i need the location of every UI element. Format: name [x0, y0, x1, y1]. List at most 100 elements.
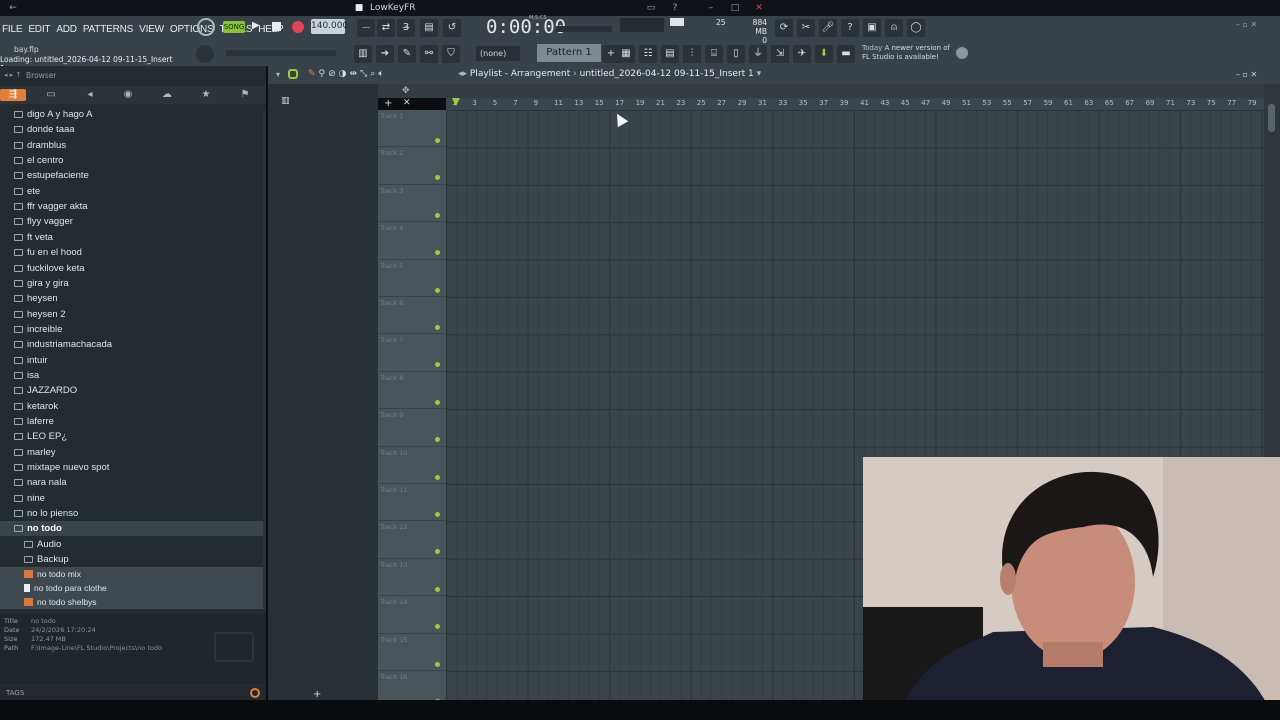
draw-tool-icon[interactable]: ✎	[308, 69, 319, 79]
browser-folder[interactable]: laferre	[0, 414, 264, 429]
arrow-icon[interactable]: ➜	[376, 45, 394, 63]
wait-icon[interactable]: ⇄	[377, 19, 395, 37]
browser-folder[interactable]: donde taaa	[0, 122, 264, 137]
track-header[interactable]: Track 4	[378, 222, 446, 260]
browser-folder[interactable]: LEO EP¿	[0, 429, 264, 444]
browser-options-icon[interactable]: ◂ ▸ ↑	[4, 71, 21, 79]
remove-track-icon[interactable]: ✕	[403, 98, 411, 108]
time-display[interactable]: 0:00:00	[486, 16, 566, 38]
browser-scrollbar[interactable]	[263, 110, 266, 610]
add-track-icon[interactable]: +	[384, 98, 392, 109]
back-icon[interactable]: ←	[8, 3, 18, 13]
browser-folder[interactable]: fu en el hood	[0, 245, 264, 260]
toolbar-window-controls[interactable]: – ▫ ✕	[1236, 20, 1257, 29]
loop-record-icon[interactable]: ↺	[443, 19, 461, 37]
browser-folder[interactable]: heysen	[0, 291, 264, 306]
browser-folder[interactable]: estupefaciente	[0, 168, 264, 183]
browser-file[interactable]: no todo para clothe	[0, 580, 264, 595]
track-header[interactable]: Track 12	[378, 521, 446, 559]
master-pitch[interactable]	[556, 26, 612, 32]
track-header[interactable]: Track 8	[378, 372, 446, 410]
picker-icon[interactable]: ▥	[281, 96, 290, 106]
refresh-icon[interactable]: ⟳	[775, 19, 793, 37]
track-mute-led[interactable]	[435, 325, 440, 330]
news-panel[interactable]: Today A newer version of FL Studio is ava…	[862, 44, 952, 62]
browser-folder[interactable]: marley	[0, 445, 264, 460]
menu-add[interactable]: ADD	[56, 24, 77, 35]
tags-bar[interactable]: TAGS	[0, 686, 266, 700]
menu-edit[interactable]: EDIT	[28, 24, 50, 35]
track-header[interactable]: Track 11	[378, 484, 446, 522]
project-icon[interactable]: ▯	[727, 45, 745, 63]
browser-folder[interactable]: dramblus	[0, 138, 264, 153]
maximize-icon[interactable]: □	[730, 3, 740, 13]
track-header[interactable]: Track 10	[378, 447, 446, 484]
track-mute-led[interactable]	[435, 437, 440, 443]
browser-files-icon[interactable]: ▭	[44, 89, 58, 101]
loop-icon[interactable]	[197, 18, 215, 36]
track-header[interactable]: Track 2	[378, 147, 446, 185]
browser-folder[interactable]: digo A y hago A	[0, 107, 264, 122]
news-globe-icon[interactable]	[956, 47, 968, 59]
tempo-tap-icon[interactable]: ⇲	[771, 45, 789, 63]
pencil-icon[interactable]: ✎	[398, 45, 416, 63]
browser-subfolder[interactable]: Backup	[0, 552, 264, 567]
record-audio-icon[interactable]: ✈	[793, 45, 811, 63]
track-mute-led[interactable]	[435, 175, 440, 181]
browser-folder[interactable]: ketarok	[0, 399, 264, 414]
browser-folder[interactable]: gira y gira	[0, 276, 264, 291]
search-icon[interactable]	[250, 688, 260, 698]
save-icon[interactable]: ▣	[863, 19, 881, 37]
mixer-icon[interactable]: ⫶	[683, 45, 701, 63]
browser-folder[interactable]: JAZZARDO	[0, 383, 264, 398]
track-mute-led[interactable]	[435, 661, 440, 667]
add-pattern-button[interactable]: +	[313, 689, 321, 700]
plugin-icon[interactable]: ⍝	[885, 19, 903, 37]
track-header[interactable]: Track 14	[378, 596, 446, 634]
playlist-icon[interactable]: ▦	[617, 45, 635, 63]
minimize-icon[interactable]: –	[706, 3, 716, 13]
tempo-display[interactable]: 140.000	[311, 19, 348, 34]
track-header[interactable]: Track 5	[378, 260, 446, 297]
playlist-window-controls[interactable]: – ▫ ✕	[1236, 70, 1257, 79]
browser-folder[interactable]: ft veta	[0, 230, 264, 245]
track-header[interactable]: Track 13	[378, 559, 446, 597]
track-header[interactable]: Track 9	[378, 409, 446, 447]
browser-folder[interactable]: heysen 2	[0, 307, 264, 322]
track-mute-led[interactable]	[435, 624, 440, 630]
browser-file[interactable]: no todo mix	[0, 566, 264, 581]
browser-icon[interactable]: ⌸	[705, 45, 723, 63]
help-button-icon[interactable]: ?	[841, 19, 859, 37]
snap-select[interactable]: (none)	[476, 46, 520, 61]
track-mute-led[interactable]	[435, 586, 440, 592]
playhead-marker[interactable]	[452, 98, 460, 106]
track-header[interactable]: Track 3	[378, 185, 446, 223]
track-mute-led[interactable]	[435, 212, 440, 218]
chat-icon[interactable]: ▭	[646, 3, 656, 13]
track-mute-led[interactable]	[435, 512, 440, 517]
magnet-icon[interactable]	[288, 69, 298, 79]
record-button[interactable]	[292, 21, 304, 33]
browser-cloud-icon[interactable]: ☁	[160, 89, 174, 101]
track-mute-led[interactable]	[435, 250, 440, 256]
browser-folder[interactable]: intuir	[0, 353, 264, 368]
timeline-overview[interactable]	[378, 84, 1264, 98]
menu-patterns[interactable]: PATTERNS	[83, 24, 133, 35]
browser-folder[interactable]: mixtape nuevo spot	[0, 460, 264, 475]
arrangement-name[interactable]: untitled_2026-04-12 09-11-15_Insert 1	[580, 69, 754, 79]
browser-folder[interactable]: el centro	[0, 153, 264, 168]
help-icon[interactable]: ?	[670, 3, 680, 13]
countdown-icon[interactable]: 3̶	[397, 19, 415, 37]
stop-button[interactable]	[272, 22, 281, 31]
download-icon[interactable]: ⬇	[815, 45, 833, 63]
browser-folder[interactable]: no lo pienso	[0, 506, 264, 521]
piano-roll-icon[interactable]: ▤	[661, 45, 679, 63]
playlist-title-bar[interactable]: ◂▸ Playlist - Arrangement › untitled_202…	[458, 69, 761, 79]
piano-icon[interactable]: ▥	[354, 45, 372, 63]
zoom-icon[interactable]: ✥	[402, 86, 410, 96]
channel-rack-icon[interactable]: ☷	[639, 45, 657, 63]
track-header[interactable]: Track 7	[378, 334, 446, 372]
pattern-selector[interactable]: Pattern 1	[537, 44, 601, 62]
browser-folder[interactable]: flyy vagger	[0, 214, 264, 229]
playlist-nav-icon[interactable]: ◂▸	[458, 69, 470, 79]
